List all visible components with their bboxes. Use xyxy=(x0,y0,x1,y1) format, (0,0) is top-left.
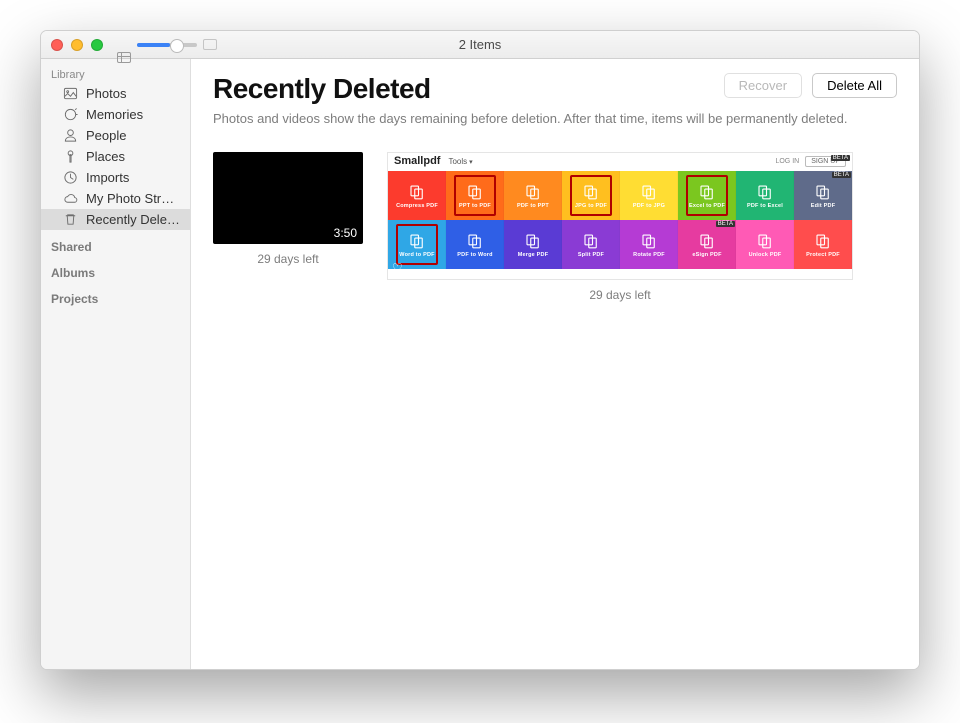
tile-row: Word to PDFPDF to WordMerge PDFSplit PDF… xyxy=(388,220,852,269)
tool-tile-label: Rotate PDF xyxy=(633,252,665,258)
tool-tile-label: PDF to PPT xyxy=(517,203,549,209)
thumbnail-grid-icon[interactable] xyxy=(117,52,131,63)
beta-badge: BETA xyxy=(716,221,735,227)
highlight-box xyxy=(396,224,438,265)
tool-tile: PDF to Word xyxy=(446,220,504,269)
trash-icon xyxy=(63,212,78,227)
sidebar-item-label: Imports xyxy=(86,170,129,185)
tool-tile-label: Unlock PDF xyxy=(749,252,782,258)
sidebar-item-photostream[interactable]: My Photo Str… xyxy=(41,188,190,209)
sidebar-item-label: Places xyxy=(86,149,125,164)
tool-tile: Rotate PDF xyxy=(620,220,678,269)
sidebar-item-label: Photos xyxy=(86,86,126,101)
memories-icon xyxy=(63,107,78,122)
page-description: Photos and videos show the days remainin… xyxy=(213,111,897,126)
delete-all-button[interactable]: Delete All xyxy=(812,73,897,98)
people-toggle-icon[interactable] xyxy=(203,39,217,50)
tool-tile: Excel to PDF xyxy=(678,171,736,220)
sidebar-item-people[interactable]: People xyxy=(41,125,190,146)
sidebar-header-library: Library xyxy=(41,65,190,83)
days-left-label: 29 days left xyxy=(257,252,318,266)
tool-tile-label: Merge PDF xyxy=(518,252,549,258)
tool-tile-label: PDF to Excel xyxy=(747,203,783,209)
days-left-label: 29 days left xyxy=(589,288,650,302)
highlight-box xyxy=(686,175,728,216)
video-thumbnail[interactable]: 3:50 xyxy=(213,152,363,244)
sidebar-section-shared[interactable]: Shared xyxy=(41,230,190,256)
minimize-icon[interactable] xyxy=(71,39,83,51)
beta-badge: BETA xyxy=(831,155,850,161)
tool-tile: Compress PDF xyxy=(388,171,446,220)
sidebar-item-photos[interactable]: Photos xyxy=(41,83,190,104)
sidebar-item-label: People xyxy=(86,128,126,143)
tool-tile: Unlock PDF xyxy=(736,220,794,269)
sidebar-item-label: Memories xyxy=(86,107,143,122)
tool-tile: PDF to PPT xyxy=(504,171,562,220)
fullscreen-icon[interactable] xyxy=(91,39,103,51)
screenshot-thumbnail[interactable]: Smallpdf Tools LOG IN SIGN UP BETA Compr… xyxy=(387,152,853,280)
main-panel: Recently Deleted Recover Delete All Phot… xyxy=(191,59,919,669)
sidebar-section-albums[interactable]: Albums xyxy=(41,256,190,282)
tool-tile-label: eSign PDF xyxy=(692,252,721,258)
highlight-box xyxy=(454,175,496,216)
imports-icon xyxy=(63,170,78,185)
photos-icon xyxy=(63,86,78,101)
sidebar-item-label: Recently Dele… xyxy=(86,212,180,227)
tool-tile: eSign PDF BETA xyxy=(678,220,736,269)
tool-tile-label: PDF to JPG xyxy=(633,203,665,209)
cloud-icon xyxy=(63,191,78,206)
sidebar: Library Photos Memories People xyxy=(41,59,191,669)
tool-tile: PDF to Excel xyxy=(736,171,794,220)
page-title: Recently Deleted xyxy=(213,73,431,105)
tool-tile: PPT to PDF xyxy=(446,171,504,220)
places-icon xyxy=(63,149,78,164)
tool-tile: Edit PDF BETA xyxy=(794,171,852,220)
zoom-slider[interactable] xyxy=(137,43,197,47)
sidebar-item-places[interactable]: Places xyxy=(41,146,190,167)
screenshot-header: Smallpdf Tools LOG IN SIGN UP BETA xyxy=(388,153,852,171)
screenshot-logo: Smallpdf xyxy=(394,155,440,167)
favorite-heart-icon: ♡ xyxy=(392,261,403,275)
video-duration-label: 3:50 xyxy=(334,226,357,240)
highlight-box xyxy=(570,175,612,216)
screenshot-login: LOG IN xyxy=(775,158,799,165)
screenshot-tools-menu: Tools xyxy=(448,157,472,166)
tool-tile: Split PDF xyxy=(562,220,620,269)
close-icon[interactable] xyxy=(51,39,63,51)
tool-tile-label: Edit PDF xyxy=(811,203,836,209)
tile-row: Compress PDF PPT to PDF PDF to PPT JPG to P… xyxy=(388,171,852,220)
tool-tile-label: PDF to Word xyxy=(457,252,492,258)
sidebar-item-imports[interactable]: Imports xyxy=(41,167,190,188)
sidebar-section-projects[interactable]: Projects xyxy=(41,282,190,308)
people-icon xyxy=(63,128,78,143)
sidebar-item-label: My Photo Str… xyxy=(86,191,174,206)
beta-badge: BETA xyxy=(832,172,851,178)
app-window: 2 Items Library Photos Memories xyxy=(40,30,920,670)
deleted-item[interactable]: Smallpdf Tools LOG IN SIGN UP BETA Compr… xyxy=(387,152,853,302)
tool-tile-label: Split PDF xyxy=(578,252,604,258)
tool-tile-label: Compress PDF xyxy=(396,203,438,209)
tool-tile: PDF to JPG xyxy=(620,171,678,220)
sidebar-item-memories[interactable]: Memories xyxy=(41,104,190,125)
deleted-item[interactable]: 3:50 29 days left xyxy=(213,152,363,266)
sidebar-item-recently-deleted[interactable]: Recently Dele… xyxy=(41,209,190,230)
recover-button[interactable]: Recover xyxy=(724,73,802,98)
titlebar: 2 Items xyxy=(41,31,919,59)
tool-tile: JPG to PDF xyxy=(562,171,620,220)
tool-tile: Protect PDF xyxy=(794,220,852,269)
tool-tile-label: Protect PDF xyxy=(806,252,840,258)
tool-tile: Merge PDF xyxy=(504,220,562,269)
